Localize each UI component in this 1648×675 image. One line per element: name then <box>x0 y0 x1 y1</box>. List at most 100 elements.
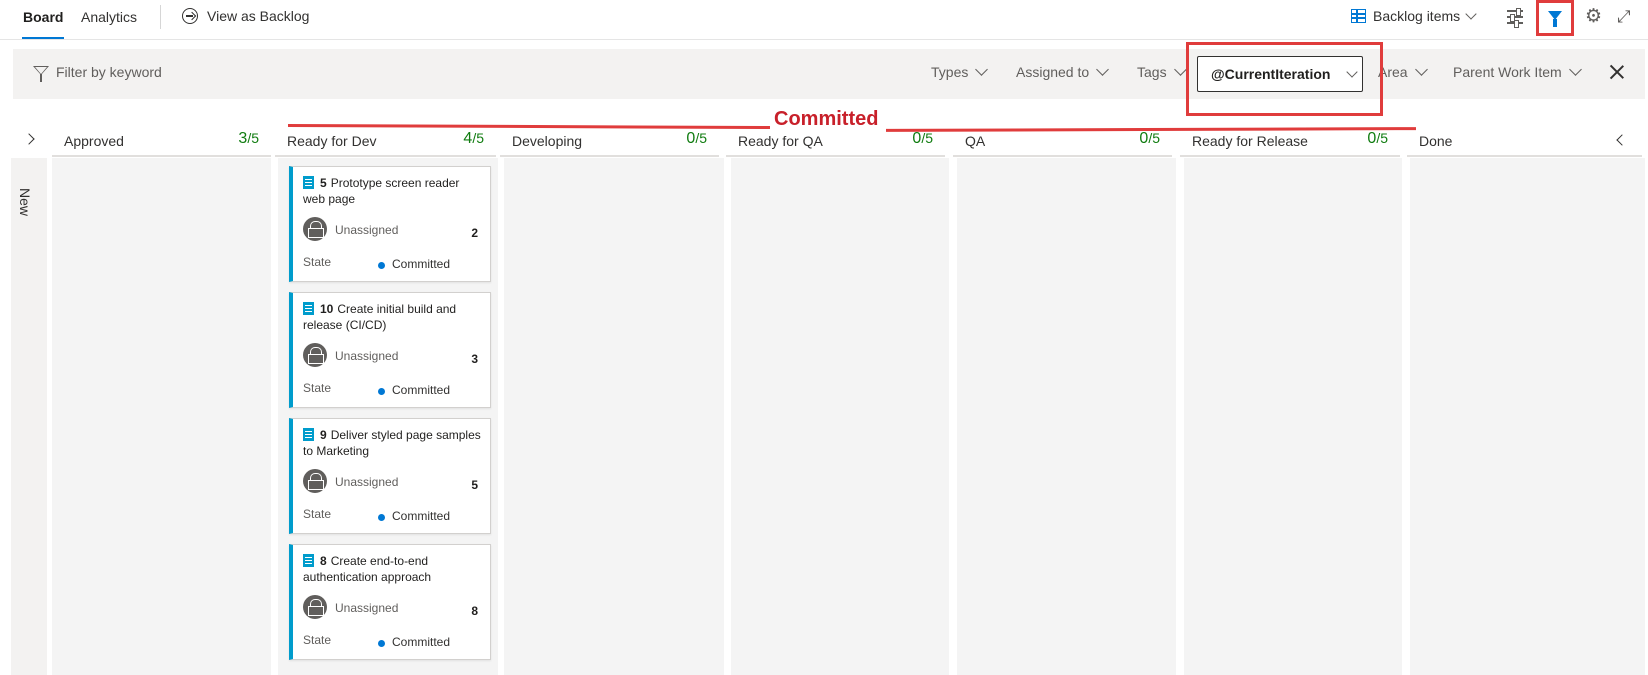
state-indicator <box>378 640 385 647</box>
tab-board[interactable]: Board <box>21 9 65 39</box>
column-name: Developing <box>512 133 583 149</box>
state-value[interactable]: Committed <box>392 257 450 271</box>
effort-value: 3 <box>471 352 478 366</box>
effort-value: 5 <box>471 478 478 492</box>
avatar <box>303 217 327 241</box>
assignee-label[interactable]: Unassigned <box>335 475 398 489</box>
chevron-down-icon <box>975 63 989 76</box>
column-header-approved: Approved 3/5 <box>52 130 271 157</box>
wip-count: 4/5 <box>463 130 484 147</box>
circle-arrow-right-icon <box>182 8 198 24</box>
column-name: QA <box>965 133 986 149</box>
column-lane-developing <box>504 158 724 675</box>
toolbar-divider <box>160 5 161 29</box>
top-toolbar: Board Analytics View as Backlog Backlog … <box>0 0 1648 40</box>
funnel-outline-icon <box>33 66 49 82</box>
view-as-backlog-link[interactable]: View as Backlog <box>182 8 309 24</box>
wip-count: 3/5 <box>238 130 259 147</box>
parent-work-item-filter-label: Parent Work Item <box>1453 64 1562 80</box>
work-item-id: 10 <box>320 302 334 316</box>
parent-work-item-filter-dropdown[interactable]: Parent Work Item <box>1453 63 1582 80</box>
tab-analytics[interactable]: Analytics <box>81 9 137 25</box>
work-item-id: 8 <box>320 554 327 568</box>
column-name: Ready for QA <box>738 133 823 149</box>
state-field-label: State <box>303 381 332 395</box>
column-lane-done <box>1410 158 1645 675</box>
column-lane-qa <box>957 158 1176 675</box>
state-field-label: State <box>303 633 332 647</box>
card-title[interactable]: 8 Create end-to-end authentication approa… <box>303 553 483 585</box>
backlog-item-icon <box>303 554 314 567</box>
avatar <box>303 343 327 367</box>
grid-icon <box>1351 9 1366 23</box>
view-as-backlog-label: View as Backlog <box>207 8 310 24</box>
assignee-label[interactable]: Unassigned <box>335 223 398 237</box>
swimlane-label: New <box>17 188 33 217</box>
types-filter-dropdown[interactable]: Types <box>931 63 989 80</box>
state-value[interactable]: Committed <box>392 635 450 649</box>
card-title[interactable]: 10 Create initial build and release (CI/C… <box>303 301 483 333</box>
keyword-filter-input[interactable]: Filter by keyword <box>56 64 162 80</box>
work-item-title: Deliver styled page samples to Marketing <box>303 428 481 458</box>
swimlane-header[interactable]: New <box>11 158 47 675</box>
state-value[interactable]: Committed <box>392 509 450 523</box>
backlog-item-icon <box>303 302 314 315</box>
filter-bar: Filter by keyword Types Assigned to Tags… <box>13 49 1645 99</box>
column-header-qa: QA 0/5 <box>953 130 1172 157</box>
column-header-ready-for-qa: Ready for QA 0/5 <box>726 130 945 157</box>
work-item-card[interactable]: 8 Create end-to-end authentication approa… <box>289 544 491 660</box>
avatar <box>303 469 327 493</box>
area-filter-dropdown[interactable]: Area <box>1378 63 1428 80</box>
backlog-level-label: Backlog items <box>1373 8 1461 24</box>
column-lane-ready-for-qa <box>731 158 949 675</box>
tags-filter-dropdown[interactable]: Tags <box>1137 63 1187 80</box>
chevron-down-icon <box>1568 63 1582 76</box>
chevron-down-icon <box>1465 7 1477 20</box>
effort-value: 2 <box>471 226 478 240</box>
wip-count: 0/5 <box>686 130 707 147</box>
assignee-label[interactable]: Unassigned <box>335 601 398 615</box>
column-lane-ready-for-release <box>1184 158 1402 675</box>
work-item-id: 9 <box>320 428 327 442</box>
state-indicator <box>378 262 385 269</box>
work-item-card[interactable]: 9 Deliver styled page samples to Marketin… <box>289 418 491 534</box>
column-name: Approved <box>64 133 124 149</box>
state-indicator <box>378 388 385 395</box>
assigned-to-filter-dropdown[interactable]: Assigned to <box>1016 63 1110 80</box>
types-filter-label: Types <box>931 64 969 80</box>
column-header-done: Done <box>1407 133 1642 157</box>
sliders-icon[interactable] <box>1505 6 1527 28</box>
state-field-label: State <box>303 255 332 269</box>
gear-icon[interactable]: ⚙ <box>1585 6 1607 28</box>
funnel-icon <box>1548 11 1562 27</box>
wip-count: 0/5 <box>1367 130 1388 147</box>
column-header-developing: Developing 0/5 <box>500 130 719 157</box>
work-item-card[interactable]: 10 Create initial build and release (CI/C… <box>289 292 491 408</box>
assignee-label[interactable]: Unassigned <box>335 349 398 363</box>
wip-count: 0/5 <box>912 130 933 147</box>
state-field-label: State <box>303 507 332 521</box>
card-title[interactable]: 9 Deliver styled page samples to Marketin… <box>303 427 483 459</box>
expand-icon[interactable]: ⤢ <box>1617 6 1639 28</box>
effort-value: 8 <box>471 604 478 618</box>
backlog-level-selector[interactable]: Backlog items <box>1351 7 1477 24</box>
close-icon[interactable] <box>1608 63 1626 81</box>
assigned-to-filter-label: Assigned to <box>1016 64 1090 80</box>
filter-toggle-button[interactable] <box>1536 0 1574 36</box>
backlog-item-icon <box>303 428 314 441</box>
backlog-item-icon <box>303 176 314 189</box>
chevron-down-icon <box>1173 63 1187 76</box>
wip-count: 0/5 <box>1139 130 1160 147</box>
work-item-id: 5 <box>320 176 327 190</box>
state-value[interactable]: Committed <box>392 383 450 397</box>
work-item-card[interactable]: 5 Prototype screen reader web page Unassi… <box>289 166 491 282</box>
chevron-right-icon[interactable] <box>23 133 35 145</box>
column-name: Done <box>1419 133 1453 149</box>
annotation-underline-left <box>287 123 771 130</box>
avatar <box>303 595 327 619</box>
tags-filter-label: Tags <box>1137 64 1167 80</box>
column-name: Ready for Dev <box>287 133 377 149</box>
card-title[interactable]: 5 Prototype screen reader web page <box>303 175 483 207</box>
column-header-ready-for-release: Ready for Release 0/5 <box>1180 130 1400 157</box>
column-header-ready-for-dev: Ready for Dev 4/5 <box>275 130 496 157</box>
